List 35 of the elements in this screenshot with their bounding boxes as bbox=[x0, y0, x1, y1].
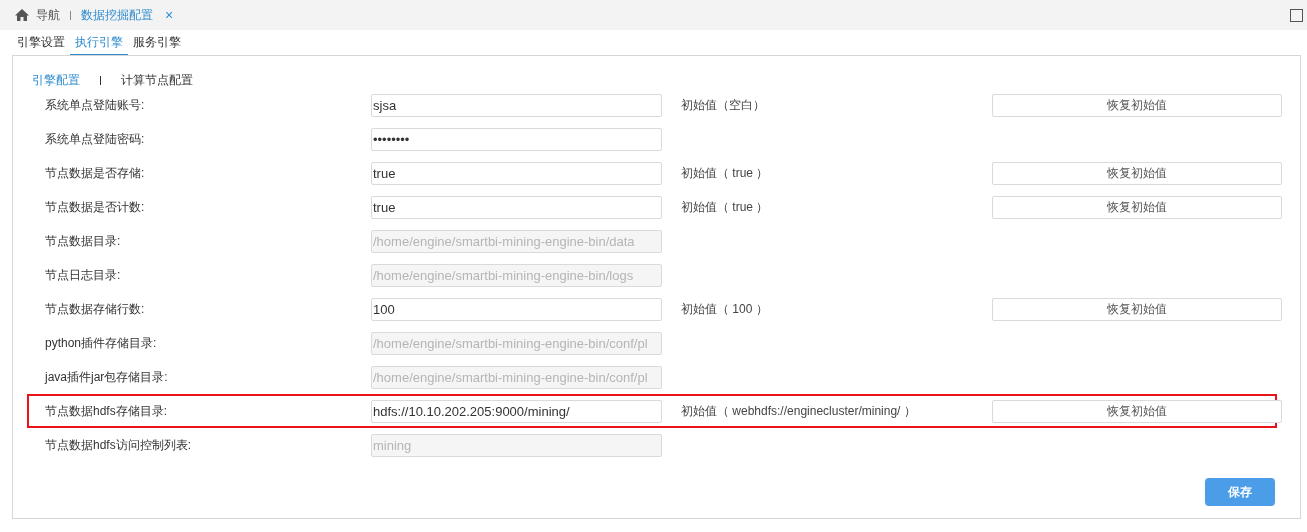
initial-value-text: 初始值（ true ） bbox=[680, 164, 770, 182]
restore-default-button[interactable]: 恢复初始值 bbox=[992, 161, 1282, 185]
field-label: 节点数据是否存储: bbox=[45, 164, 146, 182]
restore-default-button[interactable]: 恢复初始值 bbox=[992, 297, 1282, 321]
restore-window-icon[interactable] bbox=[1290, 8, 1303, 22]
input-field[interactable]: true bbox=[371, 195, 662, 219]
config-tab[interactable]: 引擎配置 bbox=[32, 71, 80, 89]
input-field[interactable]: sjsa bbox=[371, 93, 662, 117]
restore-default-button[interactable]: 恢复初始值 bbox=[992, 93, 1282, 117]
input-field[interactable]: true bbox=[371, 161, 662, 185]
engine-tab[interactable]: 引擎设置 bbox=[12, 30, 70, 55]
field-label: 系统单点登陆密码: bbox=[45, 130, 146, 148]
engine-tab[interactable]: 服务引擎 bbox=[128, 30, 186, 55]
password-field[interactable]: •••••••• bbox=[371, 127, 662, 151]
restore-default-button[interactable]: 恢复初始值 bbox=[992, 195, 1282, 219]
engine-tab[interactable]: 执行引擎 bbox=[70, 30, 128, 55]
field-label: 节点日志目录: bbox=[45, 266, 122, 284]
field-label: 节点数据hdfs存储目录: bbox=[45, 402, 168, 420]
initial-value-text: 初始值（ true ） bbox=[680, 198, 770, 216]
config-tab[interactable]: 计算节点配置 bbox=[121, 71, 193, 89]
field-label: 节点数据存储行数: bbox=[45, 300, 146, 318]
field-label: 节点数据hdfs访问控制列表: bbox=[45, 436, 192, 454]
field-label: python插件存储目录: bbox=[45, 334, 158, 352]
field-label: 节点数据是否计数: bbox=[45, 198, 146, 216]
home-icon bbox=[14, 8, 30, 22]
restore-default-button[interactable]: 恢复初始值 bbox=[992, 399, 1282, 423]
initial-value-text: 初始值（ 100 ） bbox=[680, 300, 769, 318]
input-field[interactable]: 100 bbox=[371, 297, 662, 321]
initial-value-text: 初始值（ webhdfs://enginecluster/mining/ ） bbox=[680, 402, 917, 420]
field-label: 节点数据目录: bbox=[45, 232, 122, 250]
field-label: 系统单点登陆账号: bbox=[45, 96, 146, 114]
input-field[interactable]: hdfs://10.10.202.205:9000/mining/ bbox=[371, 399, 662, 423]
field-label: java插件jar包存储目录: bbox=[45, 368, 169, 386]
initial-value-text: 初始值（空白） bbox=[680, 96, 766, 114]
page-tab[interactable]: 导航 bbox=[14, 6, 60, 24]
